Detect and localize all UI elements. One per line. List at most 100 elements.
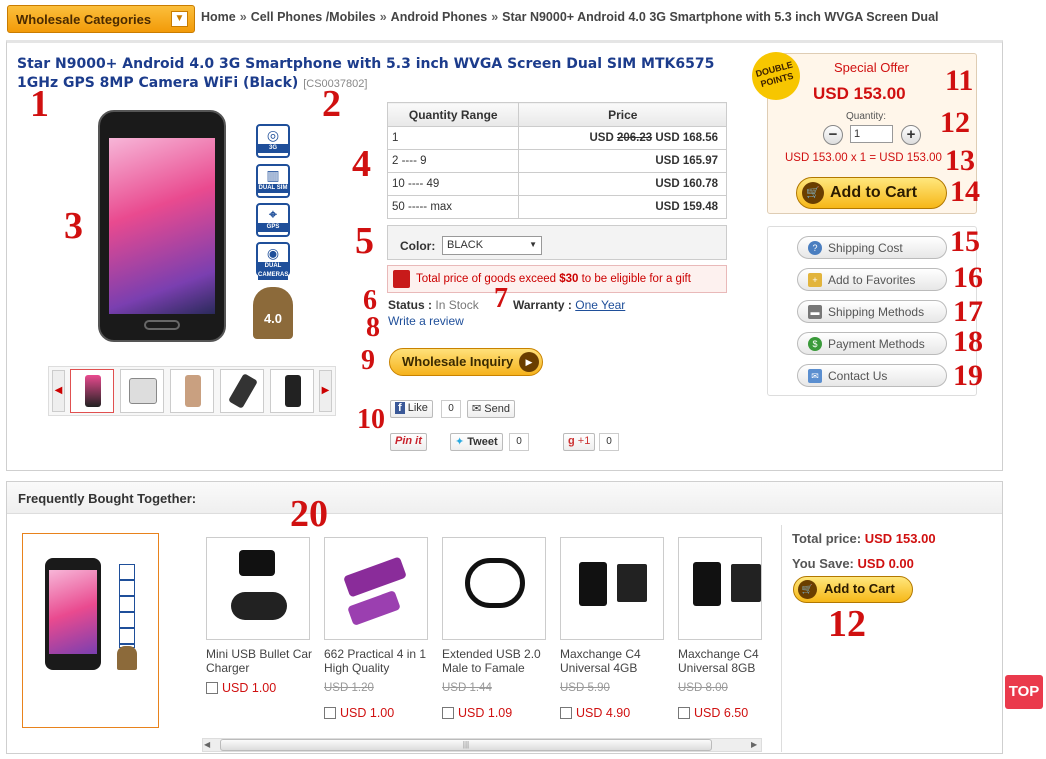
fbt-product-name[interactable]: 662 Practical 4 in 1 High Quality bbox=[324, 647, 434, 675]
annotation-number: 10 bbox=[357, 404, 385, 435]
scrollbar-thumb[interactable]: ||| bbox=[220, 739, 712, 751]
annotation-number: 16 bbox=[953, 261, 983, 294]
thumb-prev-button[interactable]: ◀ bbox=[52, 370, 65, 412]
annotation-number: 5 bbox=[355, 220, 374, 262]
fbt-item: USD 1.00 bbox=[206, 681, 276, 695]
3g-icon: ◎ 3G bbox=[256, 124, 290, 158]
product-title: Star N9000+ Android 4.0 3G Smartphone wi… bbox=[17, 56, 715, 91]
breadcrumb-cell-phones[interactable]: Cell Phones /Mobiles bbox=[251, 10, 376, 24]
back-to-top-button[interactable]: TOP bbox=[1005, 675, 1043, 709]
table-row: 1 USD 206.23 USD 168.56 bbox=[386, 126, 727, 150]
fbt-price: USD 1.00 bbox=[340, 706, 395, 720]
fbt-price: USD 1.09 bbox=[458, 706, 513, 720]
annotation-number: 17 bbox=[953, 295, 983, 328]
fbt-checkbox[interactable] bbox=[324, 707, 336, 719]
facebook-send-button[interactable]: ✉ Send bbox=[467, 400, 515, 418]
quantity-label: Quantity: bbox=[846, 111, 887, 122]
chevron-down-icon: ▼ bbox=[171, 11, 188, 27]
special-offer-title: Special Offer bbox=[834, 60, 909, 75]
quantity-price-table: Quantity Range Price 1 USD 206.23 USD 168.… bbox=[386, 102, 727, 219]
annotation-number: 7 bbox=[494, 283, 508, 314]
scroll-left-icon[interactable]: ◀ bbox=[204, 740, 210, 749]
contact-us-button[interactable]: ✉ Contact Us bbox=[797, 364, 947, 387]
fbt-product-image[interactable] bbox=[678, 537, 762, 640]
write-review-link[interactable]: Write a review bbox=[388, 314, 464, 328]
annotation-number: 12 bbox=[828, 603, 866, 645]
add-to-favorites-button[interactable]: + Add to Favorites bbox=[797, 268, 947, 291]
tweet-count: 0 bbox=[509, 433, 529, 451]
folder-icon: + bbox=[808, 273, 822, 287]
quantity-input[interactable]: 1 bbox=[850, 125, 893, 143]
main-product-thumbnail[interactable] bbox=[22, 533, 159, 728]
annotation-number: 8 bbox=[366, 312, 380, 343]
quantity-increase-button[interactable]: + bbox=[901, 125, 921, 145]
breadcrumb: Home» Cell Phones /Mobiles» Android Phones… bbox=[201, 10, 939, 24]
breadcrumb-home[interactable]: Home bbox=[201, 10, 236, 24]
breadcrumb-current: Star N9000+ Android 4.0 3G Smartphone wi… bbox=[502, 10, 939, 24]
scroll-right-icon[interactable]: ▶ bbox=[751, 740, 757, 749]
fbt-checkbox[interactable] bbox=[442, 707, 454, 719]
fbt-product-name[interactable]: Maxchange C4 Universal 8GB bbox=[678, 647, 762, 675]
annotation-number: 2 bbox=[322, 83, 341, 125]
thumbnail[interactable] bbox=[70, 369, 114, 413]
fbt-product-image[interactable] bbox=[324, 537, 428, 640]
annotation-number: 4 bbox=[352, 143, 371, 185]
feature-icons bbox=[119, 564, 135, 648]
facebook-like-button[interactable]: f Like bbox=[390, 400, 433, 418]
google-plus-button[interactable]: g +1 bbox=[563, 433, 596, 451]
fbt-item: USD 4.90 bbox=[560, 706, 630, 720]
fbt-item: USD 6.50 bbox=[678, 706, 748, 720]
breadcrumb-android-phones[interactable]: Android Phones bbox=[391, 10, 488, 24]
android-icon bbox=[117, 646, 137, 670]
truck-icon: ▬ bbox=[808, 305, 822, 319]
wholesale-inquiry-button[interactable]: Wholesale Inquiry ▶ bbox=[389, 348, 543, 376]
divider bbox=[781, 525, 782, 752]
annotation-number: 14 bbox=[950, 175, 980, 208]
dual-sim-icon: ▥ DUAL SIM bbox=[256, 164, 290, 198]
table-row: 10 ---- 49 USD 160.78 bbox=[386, 172, 727, 196]
add-to-cart-button[interactable]: 🛒 Add to Cart bbox=[796, 177, 947, 209]
fbt-checkbox[interactable] bbox=[678, 707, 690, 719]
color-select[interactable]: BLACK ▼ bbox=[442, 236, 542, 255]
android-version-icon: 4.0 bbox=[253, 287, 293, 339]
like-count: 0 bbox=[441, 400, 461, 418]
chevron-down-icon: ▼ bbox=[529, 240, 537, 249]
fbt-product-name[interactable]: Maxchange C4 Universal 4GB bbox=[560, 647, 670, 675]
fbt-add-to-cart-button[interactable]: 🛒 Add to Cart bbox=[793, 576, 913, 603]
thumb-next-button[interactable]: ▶ bbox=[319, 370, 332, 412]
color-label: Color: bbox=[400, 239, 436, 253]
payment-methods-button[interactable]: $ Payment Methods bbox=[797, 332, 947, 355]
warranty: Warranty : One Year bbox=[513, 298, 626, 312]
fbt-product-image[interactable] bbox=[206, 537, 310, 640]
shipping-cost-button[interactable]: ? Shipping Cost bbox=[797, 236, 947, 259]
pinterest-button[interactable]: Pin it bbox=[390, 433, 427, 451]
fbt-product-image[interactable] bbox=[560, 537, 664, 640]
product-main-image[interactable] bbox=[98, 110, 226, 342]
warranty-link[interactable]: One Year bbox=[575, 298, 625, 312]
thumbnail[interactable] bbox=[120, 369, 164, 413]
gift-icon bbox=[393, 270, 410, 288]
annotation-number: 3 bbox=[64, 205, 83, 247]
fbt-product-name[interactable]: Mini USB Bullet Car Charger bbox=[206, 647, 316, 675]
tweet-button[interactable]: ✦ Tweet bbox=[450, 433, 503, 451]
fbt-item: USD 1.09 bbox=[442, 706, 512, 720]
quantity-decrease-button[interactable]: − bbox=[823, 125, 843, 145]
fbt-product-name[interactable]: Extended USB 2.0 Male to Famale bbox=[442, 647, 552, 675]
dollar-icon: $ bbox=[808, 337, 822, 351]
gift-notice: Total price of goods exceed $30 to be el… bbox=[387, 265, 727, 293]
wholesale-categories-button[interactable]: Wholesale Categories ▼ bbox=[7, 5, 195, 33]
fbt-checkbox[interactable] bbox=[206, 682, 218, 694]
thumbnail[interactable] bbox=[220, 369, 264, 413]
shipping-methods-button[interactable]: ▬ Shipping Methods bbox=[797, 300, 947, 323]
send-icon: ✉ bbox=[472, 403, 482, 415]
thumbnail[interactable] bbox=[270, 369, 314, 413]
table-header-row: Quantity Range Price bbox=[386, 102, 727, 127]
cart-icon: 🛒 bbox=[798, 580, 817, 599]
fbt-checkbox[interactable] bbox=[560, 707, 572, 719]
thumbnail[interactable] bbox=[170, 369, 214, 413]
gplus-count: 0 bbox=[599, 433, 619, 451]
price-calculation: USD 153.00 x 1 = USD 153.00 bbox=[785, 152, 942, 164]
stock-status: Status : In Stock bbox=[388, 298, 479, 312]
fbt-item: USD 1.00 bbox=[324, 706, 394, 720]
fbt-product-image[interactable] bbox=[442, 537, 546, 640]
